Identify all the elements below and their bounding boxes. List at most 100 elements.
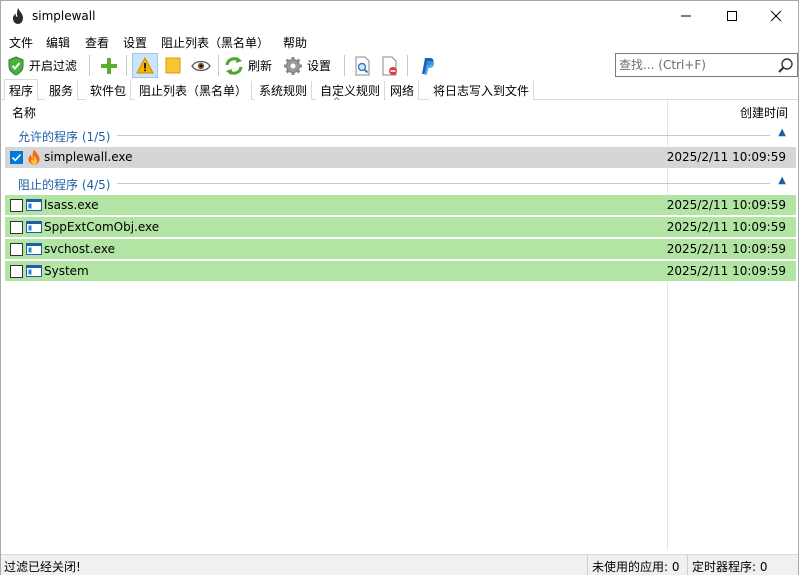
tab-blocklist[interactable]: 阻止列表（黑名单） [135, 81, 253, 100]
row-created-time: 2025/2/11 10:09:59 [666, 264, 786, 278]
toolbar-separator [126, 55, 127, 76]
group-separator-line [105, 135, 770, 136]
status-unused-apps: 未使用的应用: 0 [587, 555, 684, 575]
list-item[interactable]: System 2025/2/11 10:09:59 [5, 261, 796, 282]
add-button[interactable] [98, 53, 120, 78]
row-checkbox[interactable] [10, 265, 23, 278]
log-view-button[interactable] [352, 53, 374, 78]
enable-filter-button[interactable]: 开启过滤 [7, 53, 77, 78]
list-column-header: ^ 名称 创建时间 [5, 97, 796, 550]
settings-label: 设置 [307, 59, 332, 73]
tab-network[interactable]: 网络 [386, 81, 420, 100]
close-icon [770, 10, 782, 22]
menu-view[interactable]: 查看 [85, 34, 109, 51]
flame-icon [28, 149, 40, 165]
menu-bar: 文件 编辑 查看 设置 阻止列表（黑名单） 帮助 [1, 32, 798, 52]
row-app-name: svchost.exe [44, 242, 115, 256]
row-app-name: SppExtComObj.exe [44, 220, 160, 234]
notes-button[interactable] [162, 53, 184, 78]
tab-system-rules[interactable]: 系统规则 [255, 81, 313, 100]
toolbar-separator [344, 55, 345, 76]
tab-programs[interactable]: 程序 [4, 79, 39, 101]
warning-toggle-button[interactable] [132, 53, 158, 78]
row-created-time: 2025/2/11 10:09:59 [666, 198, 786, 212]
row-app-name: System [44, 264, 89, 278]
tab-packages[interactable]: 软件包 [86, 81, 132, 100]
window-app-icon [26, 199, 42, 211]
collapse-chevron-icon[interactable]: ▲ [778, 175, 786, 186]
refresh-label: 刷新 [248, 59, 273, 73]
row-checkbox[interactable] [10, 243, 23, 256]
toolbar-separator [218, 55, 219, 76]
tab-log-to-file[interactable]: 将日志写入到文件 [429, 81, 535, 100]
refresh-icon [225, 56, 243, 75]
toolbar-separator [407, 55, 408, 76]
menu-blocklist[interactable]: 阻止列表（黑名单） [161, 34, 269, 51]
log-search-icon [355, 56, 370, 75]
minimize-icon [681, 15, 691, 17]
row-created-time: 2025/2/11 10:09:59 [666, 242, 786, 256]
menu-help[interactable]: 帮助 [283, 34, 307, 51]
group-blocked-header[interactable]: 阻止的程序 (4/5) ▲ [5, 172, 796, 194]
maximize-button[interactable] [709, 1, 755, 31]
column-name-header[interactable]: 名称 [12, 104, 36, 121]
window-title: simplewall [32, 9, 96, 23]
toolbar-separator [89, 55, 90, 76]
status-bar: 过滤已经关闭! 未使用的应用: 0 定时器程序: 0 [1, 554, 798, 575]
note-icon [165, 57, 181, 74]
window-app-icon [26, 265, 42, 277]
menu-file[interactable]: 文件 [9, 34, 33, 51]
menu-settings[interactable]: 设置 [123, 34, 147, 51]
tab-custom-rules[interactable]: 自定义规则 [316, 81, 386, 100]
collapse-chevron-icon[interactable]: ▲ [778, 127, 786, 138]
status-message: 过滤已经关闭! [4, 560, 81, 574]
settings-button[interactable]: 设置 [283, 53, 331, 78]
search-box [615, 53, 798, 77]
log-clear-button[interactable] [379, 53, 401, 78]
row-created-time: 2025/2/11 10:09:59 [666, 220, 786, 234]
enable-filter-label: 开启过滤 [29, 59, 78, 73]
window-app-icon [26, 243, 42, 255]
shield-check-icon [8, 55, 24, 76]
flame-icon [13, 8, 23, 24]
maximize-icon [727, 11, 737, 21]
title-bar: simplewall [1, 1, 798, 31]
column-time-header[interactable]: 创建时间 [740, 104, 788, 121]
toolbar: 开启过滤 刷新 设置 查找... (Ctrl+F) [1, 52, 798, 79]
row-checkbox[interactable] [10, 221, 23, 234]
group-blocked-title: 阻止的程序 (4/5) [18, 176, 117, 193]
search-input[interactable] [619, 57, 769, 73]
paypal-icon [422, 57, 435, 75]
refresh-button[interactable]: 刷新 [224, 53, 272, 78]
donate-button[interactable] [416, 53, 438, 78]
minimize-button[interactable] [663, 1, 709, 31]
close-button[interactable] [753, 1, 799, 31]
row-app-name: lsass.exe [44, 198, 99, 212]
search-icon[interactable] [777, 57, 795, 75]
tab-bar: 程序 服务 软件包 阻止列表（黑名单） 系统规则 自定义规则 网络 将日志写入到… [1, 79, 798, 101]
warning-icon [136, 57, 154, 74]
row-created-time: 2025/2/11 10:09:59 [666, 150, 786, 164]
list-item[interactable]: lsass.exe 2025/2/11 10:09:59 [5, 195, 796, 216]
eye-icon [191, 60, 211, 71]
group-allowed-header[interactable]: 允许的程序 (1/5) ▲ [5, 124, 796, 146]
app-window: simplewall 文件 编辑 查看 设置 阻止列表（黑名单） 帮助 开启过滤 [0, 0, 799, 575]
row-checkbox[interactable] [10, 151, 23, 164]
view-button[interactable] [189, 53, 213, 78]
checkmark-icon [11, 153, 22, 162]
group-separator-line [105, 183, 770, 184]
gear-icon [284, 56, 302, 75]
tab-services[interactable]: 服务 [45, 81, 79, 100]
log-clear-icon [382, 56, 397, 75]
plus-icon [101, 57, 117, 74]
row-checkbox[interactable] [10, 199, 23, 212]
status-timer-apps: 定时器程序: 0 [687, 555, 772, 575]
list-item[interactable]: svchost.exe 2025/2/11 10:09:59 [5, 239, 796, 260]
group-allowed-title: 允许的程序 (1/5) [18, 128, 117, 145]
menu-edit[interactable]: 编辑 [46, 34, 70, 51]
row-app-name: simplewall.exe [44, 150, 133, 164]
list-item[interactable]: SppExtComObj.exe 2025/2/11 10:09:59 [5, 217, 796, 238]
sort-up-icon: ^ [333, 97, 341, 107]
window-app-icon [26, 221, 42, 233]
list-item[interactable]: simplewall.exe 2025/2/11 10:09:59 [5, 147, 796, 168]
